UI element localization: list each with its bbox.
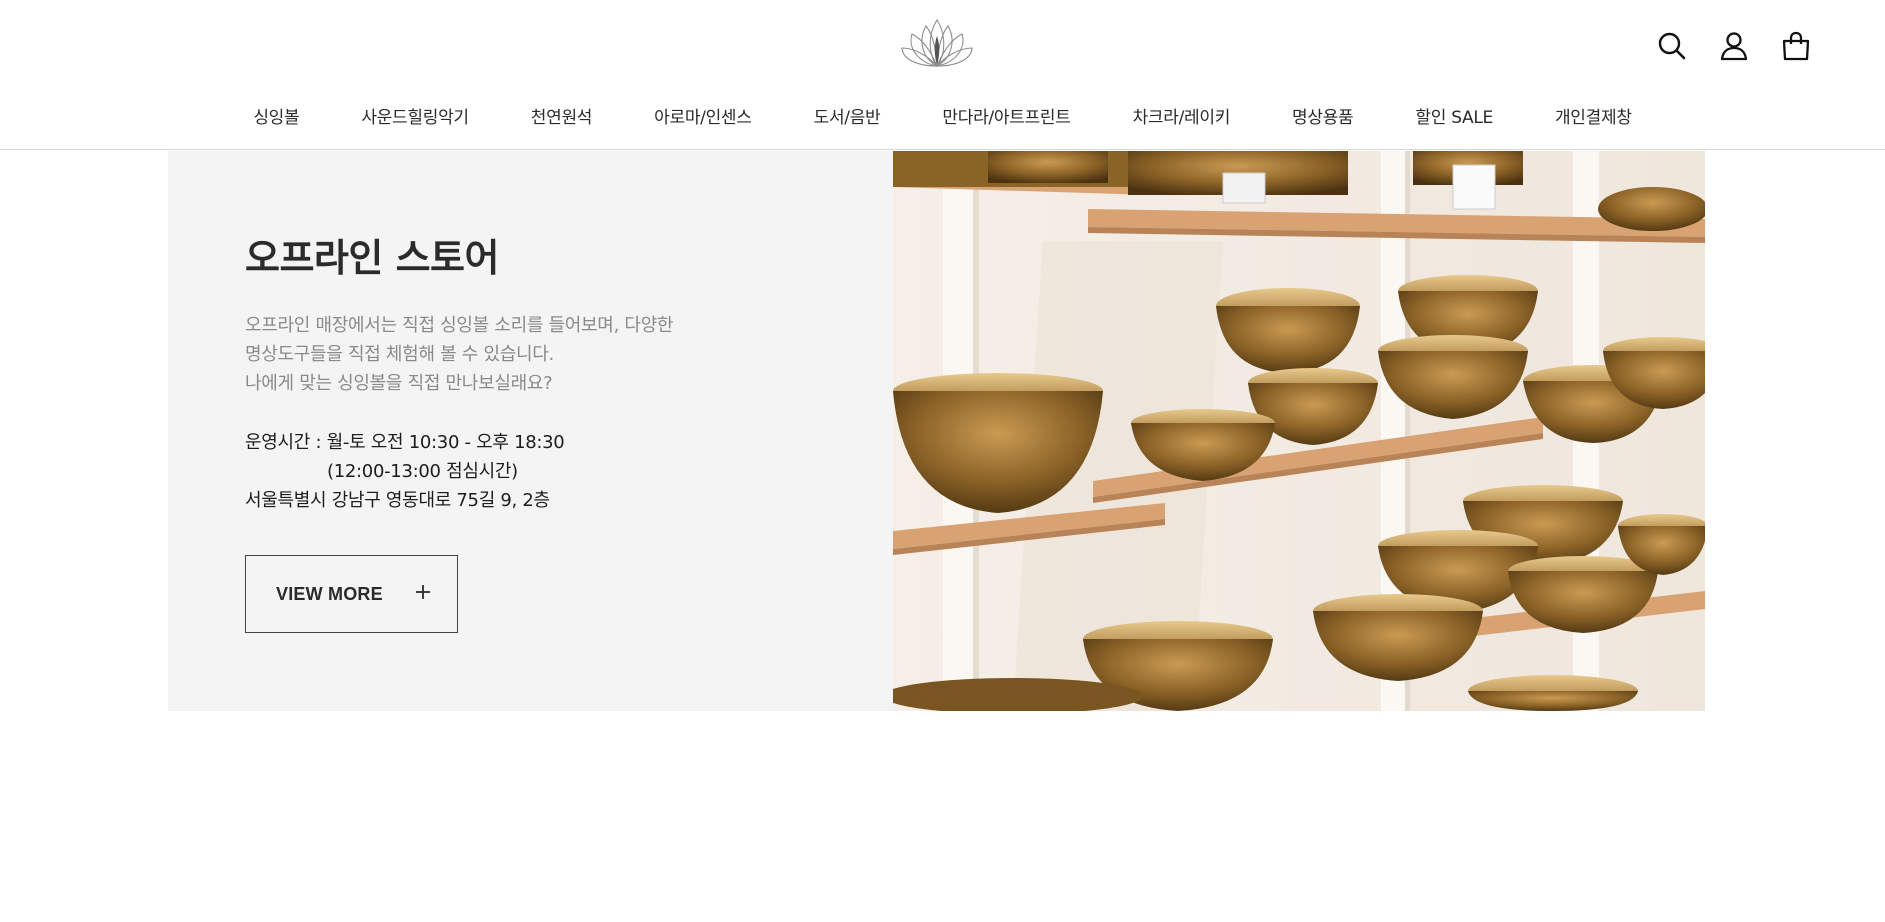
store-address: 서울특별시 강남구 영동대로 75길 9, 2층: [245, 490, 550, 511]
nav-item-books-music[interactable]: 도서/음반: [814, 103, 881, 128]
nav-item-sale[interactable]: 할인 SALE: [1415, 103, 1493, 128]
nav-item-personal-payment[interactable]: 개인결제창: [1555, 103, 1632, 128]
nav-item-chakra-reiki[interactable]: 차크라/레이키: [1133, 103, 1231, 128]
plus-icon: [415, 583, 431, 605]
store-title: 오프라인 스토어: [245, 236, 499, 280]
description-line: 나에게 맞는 싱잉볼을 직접 만나보실래요?: [245, 373, 553, 394]
offline-store-panel: 오프라인 스토어 오프라인 매장에서는 직접 싱잉볼 소리를 들어보며, 다양한…: [168, 151, 893, 711]
nav-item-mandala-art[interactable]: 만다라/아트프린트: [942, 103, 1070, 128]
nav-item-gemstones[interactable]: 천연원석: [531, 103, 593, 128]
store-description: 오프라인 매장에서는 직접 싱잉볼 소리를 들어보며, 다양한 명상도구들을 직…: [245, 311, 674, 398]
opening-hours: 운영시간 : 월-토 오전 10:30 - 오후 18:30: [245, 432, 565, 453]
description-line: 명상도구들을 직접 체험해 볼 수 있습니다.: [245, 344, 554, 365]
description-line: 오프라인 매장에서는 직접 싱잉볼 소리를 들어보며, 다양한: [245, 315, 674, 336]
nav-item-meditation[interactable]: 명상용품: [1292, 103, 1354, 128]
nav-item-singing-bowl[interactable]: 싱잉볼: [253, 103, 299, 128]
view-more-label: VIEW MORE: [276, 583, 383, 604]
nav-item-aroma-incense[interactable]: 아로마/인센스: [654, 103, 752, 128]
site-header: 싱잉볼 사운드힐링악기 천연원석 아로마/인센스 도서/음반 만다라/아트프린트…: [0, 0, 1885, 150]
main-nav: 싱잉볼 사운드힐링악기 천연원석 아로마/인센스 도서/음반 만다라/아트프린트…: [0, 103, 1885, 128]
lotus-logo[interactable]: [898, 14, 976, 70]
store-info: 운영시간 : 월-토 오전 10:30 - 오후 18:30 (12:00-13…: [245, 428, 565, 515]
cart-icon[interactable]: [1776, 26, 1816, 66]
view-more-button[interactable]: VIEW MORE: [245, 555, 458, 633]
account-icon[interactable]: [1714, 26, 1754, 66]
header-icons: [1652, 26, 1816, 66]
search-icon[interactable]: [1652, 26, 1692, 66]
nav-item-sound-healing[interactable]: 사운드힐링악기: [361, 103, 469, 128]
lunch-time: (12:00-13:00 점심시간): [327, 461, 518, 482]
store-photo: [893, 151, 1705, 711]
